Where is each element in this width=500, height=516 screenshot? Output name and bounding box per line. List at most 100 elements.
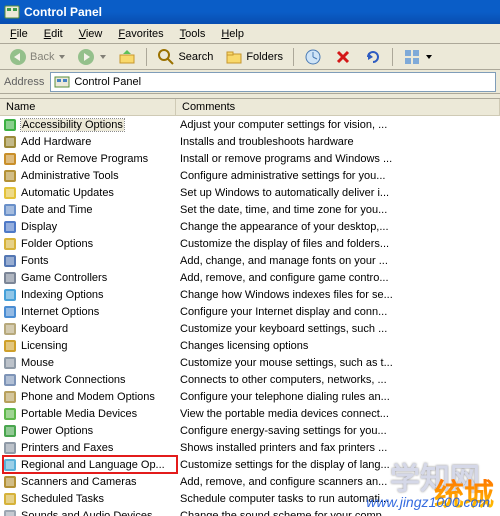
item-comment: Add, change, and manage fonts on your ..… bbox=[176, 255, 500, 267]
item-icon bbox=[2, 372, 18, 388]
list-item[interactable]: Accessibility Options Adjust your compute… bbox=[0, 116, 500, 133]
undo-button[interactable] bbox=[359, 46, 387, 68]
list-item[interactable]: Printers and FaxesShows installed printe… bbox=[0, 439, 500, 456]
item-icon bbox=[2, 253, 18, 269]
item-name: Power Options bbox=[21, 425, 93, 437]
x-delete-icon bbox=[334, 48, 352, 66]
item-name: Mouse bbox=[21, 357, 54, 369]
list-item[interactable]: Mouse Customize your mouse settings, such… bbox=[0, 354, 500, 371]
search-button[interactable]: Search bbox=[152, 46, 218, 68]
addressbar: Address Control Panel bbox=[0, 70, 500, 94]
item-comment: Install or remove programs and Windows .… bbox=[176, 153, 500, 165]
item-icon bbox=[2, 440, 18, 456]
address-input[interactable]: Control Panel bbox=[50, 72, 496, 92]
item-name: Fonts bbox=[21, 255, 49, 267]
listview: Name Comments Accessibility Options Adjus… bbox=[0, 98, 500, 516]
list-item[interactable]: Fonts Add, change, and manage fonts on yo… bbox=[0, 252, 500, 269]
item-name: Portable Media Devices bbox=[21, 408, 137, 420]
item-comment: Configure your Internet display and conn… bbox=[176, 306, 500, 318]
back-dropdown-icon bbox=[59, 55, 65, 59]
menu-file[interactable]: File bbox=[2, 26, 36, 42]
item-name: Phone and Modem Options bbox=[21, 391, 155, 403]
search-icon bbox=[157, 48, 175, 66]
list-item[interactable]: Date and TimeSet the date, time, and tim… bbox=[0, 201, 500, 218]
item-name: Internet Options bbox=[21, 306, 99, 318]
list-item[interactable]: Add or Remove Programs Install or remove … bbox=[0, 150, 500, 167]
list-item[interactable]: Folder Options Customize the display of f… bbox=[0, 235, 500, 252]
list-item[interactable]: Portable Media Devices View the portable … bbox=[0, 405, 500, 422]
folder-up-icon bbox=[118, 48, 136, 66]
item-name: Scheduled Tasks bbox=[21, 493, 104, 505]
back-button[interactable]: Back bbox=[4, 46, 70, 68]
item-name: Sounds and Audio Devices bbox=[21, 510, 152, 516]
forward-button[interactable] bbox=[72, 46, 111, 68]
list-item[interactable]: KeyboardCustomize your keyboard settings… bbox=[0, 320, 500, 337]
item-name: Accessibility Options bbox=[21, 119, 124, 131]
item-comment: Connects to other computers, networks, .… bbox=[176, 374, 500, 386]
undo-icon bbox=[364, 48, 382, 66]
toolbar-separator bbox=[146, 48, 147, 66]
address-label: Address bbox=[4, 76, 46, 88]
menu-tools[interactable]: Tools bbox=[172, 26, 214, 42]
history-button[interactable] bbox=[299, 46, 327, 68]
up-folder-button[interactable] bbox=[113, 46, 141, 68]
item-name: Network Connections bbox=[21, 374, 126, 386]
column-header-name[interactable]: Name bbox=[0, 99, 176, 115]
item-icon bbox=[2, 474, 18, 490]
toolbar: Back Search Folders bbox=[0, 44, 500, 70]
list-item[interactable]: Scanners and CamerasAdd, remove, and con… bbox=[0, 473, 500, 490]
item-icon bbox=[2, 168, 18, 184]
list-item[interactable]: Network Connections Connects to other com… bbox=[0, 371, 500, 388]
item-name: Game Controllers bbox=[21, 272, 107, 284]
item-name: Keyboard bbox=[21, 323, 68, 335]
list-item[interactable]: Indexing OptionsChange how Windows index… bbox=[0, 286, 500, 303]
column-header-comments[interactable]: Comments bbox=[176, 99, 500, 115]
item-comment: Change the appearance of your desktop,..… bbox=[176, 221, 500, 233]
menu-help[interactable]: Help bbox=[213, 26, 252, 42]
views-button[interactable] bbox=[398, 46, 437, 68]
folders-button[interactable]: Folders bbox=[220, 46, 288, 68]
window-title: Control Panel bbox=[24, 5, 102, 19]
item-icon bbox=[2, 423, 18, 439]
forward-dropdown-icon bbox=[100, 55, 106, 59]
item-comment: Set up Windows to automatically deliver … bbox=[176, 187, 500, 199]
menu-favorites[interactable]: Favorites bbox=[110, 26, 171, 42]
item-icon bbox=[2, 117, 18, 133]
toolbar-separator bbox=[392, 48, 393, 66]
item-comment: Shows installed printers and fax printer… bbox=[176, 442, 500, 454]
history-icon bbox=[304, 48, 322, 66]
item-name: Folder Options bbox=[21, 238, 93, 250]
list-item[interactable]: Power Options Configure energy-saving set… bbox=[0, 422, 500, 439]
search-label: Search bbox=[178, 51, 213, 63]
menu-view[interactable]: View bbox=[71, 26, 111, 42]
item-comment: Configure energy-saving settings for you… bbox=[176, 425, 500, 437]
item-name: Regional and Language Op... bbox=[21, 459, 165, 471]
item-name: Add or Remove Programs bbox=[21, 153, 148, 165]
delete-button[interactable] bbox=[329, 46, 357, 68]
list-item[interactable]: Game ControllersAdd, remove, and configu… bbox=[0, 269, 500, 286]
item-name: Date and Time bbox=[21, 204, 93, 216]
list-item[interactable]: Administrative ToolsConfigure administra… bbox=[0, 167, 500, 184]
list-item[interactable]: LicensingChanges licensing options bbox=[0, 337, 500, 354]
item-comment: Adjust your computer settings for vision… bbox=[176, 119, 500, 131]
list-item[interactable]: Phone and Modem Options Configure your te… bbox=[0, 388, 500, 405]
item-icon bbox=[2, 219, 18, 235]
views-icon bbox=[403, 48, 421, 66]
window-titlebar: Control Panel bbox=[0, 0, 500, 24]
item-comment: Configure administrative settings for yo… bbox=[176, 170, 500, 182]
item-comment: Customize your mouse settings, such as t… bbox=[176, 357, 500, 369]
item-comment: Installs and troubleshoots hardware bbox=[176, 136, 500, 148]
item-comment: Customize settings for the display of la… bbox=[176, 459, 500, 471]
list-item[interactable]: Automatic UpdatesSet up Windows to autom… bbox=[0, 184, 500, 201]
item-icon bbox=[2, 287, 18, 303]
item-comment: Customize the display of files and folde… bbox=[176, 238, 500, 250]
item-icon bbox=[2, 406, 18, 422]
menubar: File Edit View Favorites Tools Help bbox=[0, 24, 500, 44]
item-comment: Configure your telephone dialing rules a… bbox=[176, 391, 500, 403]
item-comment: View the portable media devices connect.… bbox=[176, 408, 500, 420]
list-item[interactable]: Regional and Language Op... Customize set… bbox=[0, 456, 500, 473]
list-item[interactable]: Add HardwareInstalls and troubleshoots h… bbox=[0, 133, 500, 150]
menu-edit[interactable]: Edit bbox=[36, 26, 71, 42]
list-item[interactable]: Internet Options Configure your Internet … bbox=[0, 303, 500, 320]
list-item[interactable]: DisplayChange the appearance of your des… bbox=[0, 218, 500, 235]
